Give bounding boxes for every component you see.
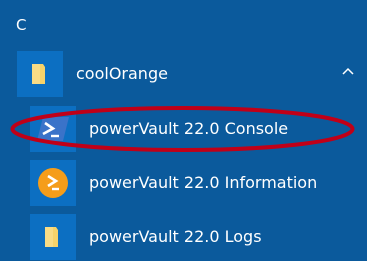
section-letter-header[interactable]: C [16,15,26,35]
folder-icon [45,227,58,247]
folder-icon [32,64,45,84]
chevron-up-icon[interactable] [341,65,355,79]
app-label: powerVault 22.0 Information [89,173,318,192]
app-tile [30,214,76,260]
folder-tile [17,51,63,97]
powershell-icon [37,117,69,141]
app-item-logs[interactable]: powerVault 22.0 Logs [0,212,367,261]
app-tile [30,106,76,152]
app-item-console[interactable]: powerVault 22.0 Console [0,104,367,154]
app-label: powerVault 22.0 Logs [89,227,262,246]
folder-label: coolOrange [76,64,168,83]
info-prompt-icon [38,168,68,198]
folder-group-coolorange[interactable]: coolOrange [0,49,367,99]
app-tile [30,160,76,206]
start-menu-list: C coolOrange powerVault 22.0 Console pow… [0,0,367,261]
app-label: powerVault 22.0 Console [89,119,289,138]
app-item-information[interactable]: powerVault 22.0 Information [0,158,367,208]
